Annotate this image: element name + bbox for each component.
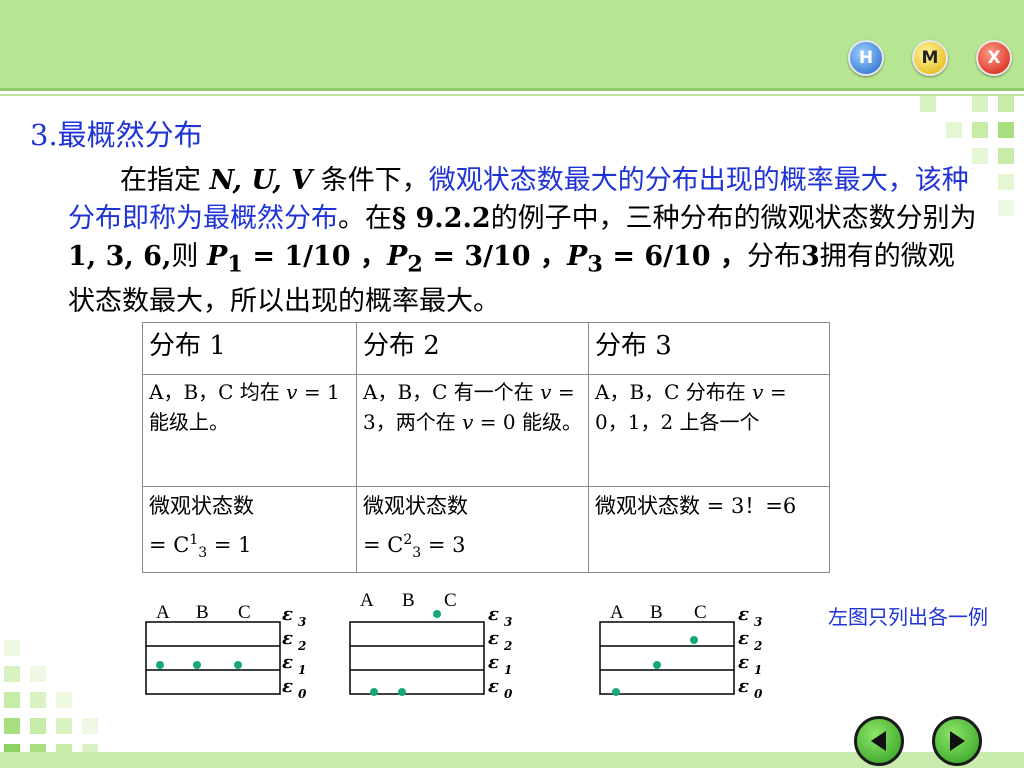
p3-sub: 3 xyxy=(587,251,603,278)
p3-value: = 6/10 ， xyxy=(602,241,747,272)
level-label: ε xyxy=(488,604,499,625)
p2-value: = 3/10 ， xyxy=(422,241,567,272)
particle-dot xyxy=(156,661,164,669)
para-text: 的例子中，三种分布的微观状态数分别为 xyxy=(490,203,977,234)
particle-dot xyxy=(433,610,441,618)
prev-slide-button[interactable] xyxy=(854,716,904,766)
table-header-row: 分布 1 分布 2 分布 3 xyxy=(142,322,830,375)
side-note: 左图只列出各一例 xyxy=(828,605,988,629)
particle-dot xyxy=(398,688,406,696)
distribution-table: 分布 1 分布 2 分布 3 A，B，C 均在 v = 1 能级上。 A，B，C… xyxy=(142,322,830,574)
level-label: ε xyxy=(282,652,293,673)
particle-dot xyxy=(612,688,620,696)
particle-label-b: B xyxy=(402,590,415,611)
header-dist-2: 分布 2 xyxy=(356,322,589,375)
section-heading: 3.最概然分布 xyxy=(30,118,203,152)
para-counts: 1, 3, 6, xyxy=(68,241,172,272)
particle-label-b: B xyxy=(196,602,209,623)
cell-micro-2: 微观状态数 = C23 = 3 xyxy=(356,485,589,574)
energy-diagram-2: A B C ε3 ε2 ε1 ε0 xyxy=(349,590,513,700)
svg-text:0: 0 xyxy=(504,687,513,700)
header-dist-1: 分布 1 xyxy=(142,322,357,375)
level-label: ε xyxy=(488,628,499,649)
svg-text:3: 3 xyxy=(754,615,762,629)
energy-diagram-1: A B C ε3 ε2 ε1 ε0 xyxy=(145,602,307,700)
para-section: § 9.2.2 xyxy=(392,203,491,234)
level-label: ε xyxy=(282,604,293,625)
body-paragraph: 在指定 N, U, V 条件下，微观状态数最大的分布出现的概率最大，该种分布即称… xyxy=(68,162,978,321)
header-dist-3: 分布 3 xyxy=(588,322,830,375)
cell-micro-1: 微观状态数 = C13 = 1 xyxy=(142,485,357,574)
exit-button[interactable]: X xyxy=(976,40,1012,76)
particle-dot xyxy=(370,688,378,696)
next-slide-button[interactable] xyxy=(932,716,982,766)
particle-label-c: C xyxy=(444,590,457,611)
para-text: 。在 xyxy=(338,203,392,234)
table-row-description: A，B，C 均在 v = 1 能级上。 A，B，C 有一个在 v = 3，两个在… xyxy=(142,374,830,487)
p2-sub: 2 xyxy=(407,251,423,278)
para-vars: N, U, V xyxy=(209,165,313,196)
triangle-left-icon xyxy=(871,731,886,751)
particle-dot xyxy=(653,661,661,669)
triangle-right-icon xyxy=(950,731,965,751)
level-label: ε xyxy=(738,652,749,673)
particle-label-a: A xyxy=(156,602,170,623)
particle-label-a: A xyxy=(360,590,374,611)
svg-text:3: 3 xyxy=(298,615,306,629)
svg-text:1: 1 xyxy=(504,663,512,677)
para-text: 条件下， xyxy=(312,165,429,196)
particle-label-a: A xyxy=(610,602,624,623)
svg-text:2: 2 xyxy=(297,639,306,653)
svg-text:2: 2 xyxy=(753,639,762,653)
banner-divider-thin xyxy=(0,94,1024,96)
svg-text:3: 3 xyxy=(504,615,512,629)
banner-divider xyxy=(0,88,1024,91)
particle-dot xyxy=(690,636,698,644)
para-text: 分布 xyxy=(747,241,801,272)
level-label: ε xyxy=(738,628,749,649)
svg-text:0: 0 xyxy=(754,687,763,700)
cell-desc-2: A，B，C 有一个在 v = 3，两个在 v = 0 能级。 xyxy=(356,374,589,487)
p1-value: = 1/10 ， xyxy=(242,241,387,272)
svg-text:2: 2 xyxy=(503,639,512,653)
svg-text:0: 0 xyxy=(298,687,307,700)
level-label: ε xyxy=(738,676,749,697)
table-row-microstates: 微观状态数 = C13 = 1 微观状态数 = C23 = 3 微观状态数 = … xyxy=(142,485,830,574)
cell-desc-1: A，B，C 均在 v = 1 能级上。 xyxy=(142,374,357,487)
level-label: ε xyxy=(488,652,499,673)
particle-dot xyxy=(234,661,242,669)
level-label: ε xyxy=(282,676,293,697)
particle-label-c: C xyxy=(694,602,707,623)
energy-diagram-3: A B C ε3 ε2 ε1 ε0 xyxy=(599,602,763,700)
cell-desc-3: A，B，C 分布在 v = 0，1，2 上各一个 xyxy=(588,374,830,487)
para-three: 3 xyxy=(801,241,820,272)
particle-label-c: C xyxy=(238,602,251,623)
para-text: 在指定 xyxy=(120,165,210,196)
p2-symbol: P xyxy=(386,241,408,272)
particle-dot xyxy=(193,661,201,669)
svg-text:1: 1 xyxy=(754,663,762,677)
level-label: ε xyxy=(282,628,293,649)
p3-symbol: P xyxy=(566,241,588,272)
cell-micro-3: 微观状态数 = 3！=6 xyxy=(588,485,830,574)
para-text: 则 xyxy=(171,241,207,272)
particle-label-b: B xyxy=(650,602,663,623)
svg-text:1: 1 xyxy=(298,663,306,677)
p1-sub: 1 xyxy=(227,251,243,278)
home-button[interactable]: H xyxy=(848,40,884,76)
level-label: ε xyxy=(488,676,499,697)
level-label: ε xyxy=(738,604,749,625)
p1-symbol: P xyxy=(206,241,228,272)
menu-button[interactable]: M xyxy=(912,40,948,76)
